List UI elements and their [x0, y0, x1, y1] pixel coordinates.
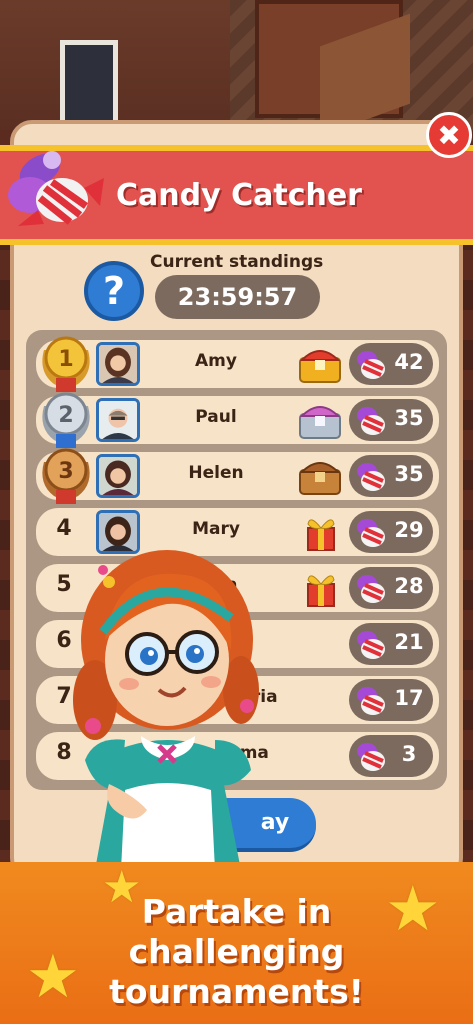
close-button[interactable]: ✖ [426, 112, 472, 158]
svg-text:2: 2 [58, 403, 73, 428]
gift-box-icon [307, 519, 335, 551]
leaderboard-row: 1 Amy 42 [36, 336, 439, 392]
background-window [60, 40, 118, 125]
score-value: 21 [394, 630, 424, 654]
candy-icon [357, 351, 385, 379]
help-button[interactable]: ? [84, 261, 144, 321]
avatar [96, 454, 140, 498]
player-name: Mary [192, 519, 240, 539]
score-value: 3 [401, 742, 417, 766]
player-name: Helen [188, 463, 244, 483]
girl-character-illustration [73, 550, 259, 870]
score-pill: 35 [349, 455, 433, 497]
leaderboard-row: 3 Helen 35 [36, 448, 439, 504]
star-icon: ★ [102, 862, 142, 913]
close-icon: ✖ [437, 118, 461, 152]
score-value: 29 [394, 518, 424, 542]
score-pill: 35 [349, 399, 433, 441]
avatar [96, 398, 140, 442]
countdown-timer: 23:59:57 [155, 275, 320, 319]
score-value: 42 [394, 350, 424, 374]
background-wall [0, 0, 250, 130]
star-icon: ★ [26, 942, 80, 1012]
player-name: Amy [195, 351, 237, 371]
gold-medal-icon: 1 [42, 336, 90, 392]
dialog-title: Candy Catcher [116, 178, 362, 213]
avatar [96, 342, 140, 386]
score-pill: 17 [349, 679, 433, 721]
candy-icon [357, 463, 385, 491]
score-pill: 28 [349, 567, 433, 609]
score-pill: 3 [349, 735, 433, 777]
candy-icon [357, 743, 385, 771]
score-value: 35 [394, 462, 424, 486]
promo-banner: Partake in challenging tournaments! ★ ★ … [0, 862, 473, 1024]
gift-box-icon [307, 575, 335, 607]
svg-text:1: 1 [58, 347, 73, 372]
question-icon: ? [102, 269, 126, 313]
rank-number: 4 [56, 516, 72, 541]
leaderboard-row: 2 Paul 35 [36, 392, 439, 448]
candy-icon [357, 631, 385, 659]
candy-icon [357, 407, 385, 435]
score-pill: 29 [349, 511, 433, 553]
candy-icon [357, 519, 385, 547]
red-chest-icon [299, 350, 341, 383]
score-value: 17 [394, 686, 424, 710]
purple-chest-icon [299, 406, 341, 439]
svg-text:3: 3 [58, 459, 73, 484]
bronze-medal-icon: 3 [42, 448, 90, 504]
score-pill: 21 [349, 623, 433, 665]
player-name: Paul [195, 407, 237, 427]
candy-icon [357, 575, 385, 603]
candy-icon [357, 687, 385, 715]
silver-medal-icon: 2 [42, 392, 90, 448]
brown-chest-icon [299, 462, 341, 495]
score-pill: 42 [349, 343, 433, 385]
standings-label: Current standings [150, 252, 324, 272]
candy-logo-icon [8, 151, 104, 226]
score-value: 35 [394, 406, 424, 430]
score-value: 28 [394, 574, 424, 598]
star-icon: ★ [385, 872, 441, 945]
